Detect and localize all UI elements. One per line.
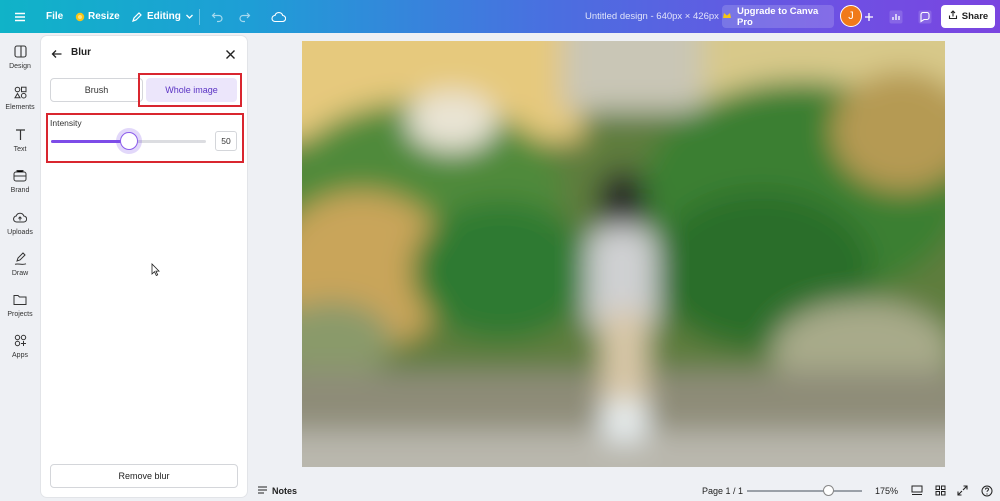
brand-icon xyxy=(13,169,27,187)
sidebar-item-apps[interactable]: Apps xyxy=(0,334,40,372)
sidebar-item-label: Projects xyxy=(7,311,33,318)
sidebar-item-projects[interactable]: Projects xyxy=(0,293,40,331)
chevron-down-icon xyxy=(185,12,194,21)
toolbar-divider xyxy=(199,9,200,25)
zoom-slider-thumb[interactable] xyxy=(823,485,834,496)
editing-label: Editing xyxy=(147,11,181,22)
notes-icon xyxy=(257,485,268,497)
left-sidebar: Design Elements Text Brand Uploads Draw … xyxy=(0,33,40,501)
sidebar-item-design[interactable]: Design xyxy=(0,45,40,83)
crown-icon xyxy=(722,10,732,23)
sidebar-item-label: Apps xyxy=(12,352,28,359)
grid-view-icon[interactable] xyxy=(935,480,946,501)
add-collaborator-icon[interactable] xyxy=(864,0,874,33)
bottom-bar: Notes Page 1 / 1 175% xyxy=(248,480,1000,501)
crown-icon xyxy=(75,12,85,22)
resize-button[interactable]: Resize xyxy=(75,0,120,33)
editing-mode-dropdown[interactable]: Editing xyxy=(131,0,194,33)
sidebar-item-label: Text xyxy=(13,146,27,153)
panel-title: Blur xyxy=(71,47,91,58)
insights-icon[interactable] xyxy=(884,0,908,33)
sidebar-item-label: Brand xyxy=(10,187,30,194)
sidebar-item-label: Design xyxy=(9,63,31,70)
zoom-level[interactable]: 175% xyxy=(875,480,898,501)
close-icon[interactable] xyxy=(225,47,236,65)
highlight-box-tab xyxy=(138,73,242,107)
file-menu[interactable]: File xyxy=(46,0,63,33)
sidebar-item-uploads[interactable]: Uploads xyxy=(0,211,40,249)
uploads-icon xyxy=(13,211,28,229)
sidebar-item-label: Uploads xyxy=(7,229,33,236)
sidebar-item-brand[interactable]: Brand xyxy=(0,169,40,207)
avatar[interactable]: J xyxy=(840,5,862,27)
zoom-slider-track[interactable] xyxy=(747,490,862,492)
blur-panel: Blur Brush Whole image Intensity 50 Remo… xyxy=(41,36,247,497)
sidebar-item-elements[interactable]: Elements xyxy=(0,86,40,124)
elements-icon xyxy=(13,86,27,104)
fullscreen-icon[interactable] xyxy=(957,480,968,501)
resize-label: Resize xyxy=(88,11,120,22)
notes-label: Notes xyxy=(272,485,298,496)
remove-blur-button[interactable]: Remove blur xyxy=(50,464,238,488)
canvas-image[interactable] xyxy=(302,41,945,467)
top-toolbar: File Resize Editing Untitled design - 64… xyxy=(0,0,1000,33)
sidebar-item-label: Elements xyxy=(5,104,35,111)
sidebar-item-label: Draw xyxy=(11,270,29,277)
draw-icon xyxy=(14,252,27,270)
sidebar-item-draw[interactable]: Draw xyxy=(0,252,40,290)
share-button[interactable]: Share xyxy=(941,5,995,28)
menu-icon[interactable] xyxy=(14,0,26,33)
design-icon xyxy=(13,45,27,63)
mouse-cursor-icon xyxy=(151,263,160,281)
back-arrow-icon[interactable] xyxy=(51,47,63,65)
undo-icon[interactable] xyxy=(211,0,224,33)
pencil-icon xyxy=(131,11,143,23)
upgrade-label: Upgrade to Canva Pro xyxy=(737,5,819,28)
redo-icon[interactable] xyxy=(238,0,251,33)
projects-icon xyxy=(13,293,27,311)
help-icon[interactable] xyxy=(981,480,993,501)
design-title: Untitled design - 640px × 426px xyxy=(585,11,719,22)
share-label: Share xyxy=(961,11,989,22)
sidebar-item-text[interactable]: Text xyxy=(0,128,40,166)
share-icon xyxy=(948,10,958,23)
text-icon xyxy=(14,128,27,146)
comment-icon[interactable] xyxy=(913,0,937,33)
cloud-save-icon[interactable] xyxy=(271,0,286,33)
notes-button[interactable]: Notes xyxy=(257,480,297,501)
pages-view-icon[interactable] xyxy=(911,480,923,501)
apps-icon xyxy=(14,334,27,352)
page-indicator[interactable]: Page 1 / 1 xyxy=(702,480,743,501)
upgrade-button[interactable]: Upgrade to Canva Pro xyxy=(722,5,834,28)
highlight-box-intensity xyxy=(46,113,244,163)
tab-brush[interactable]: Brush xyxy=(50,78,143,102)
